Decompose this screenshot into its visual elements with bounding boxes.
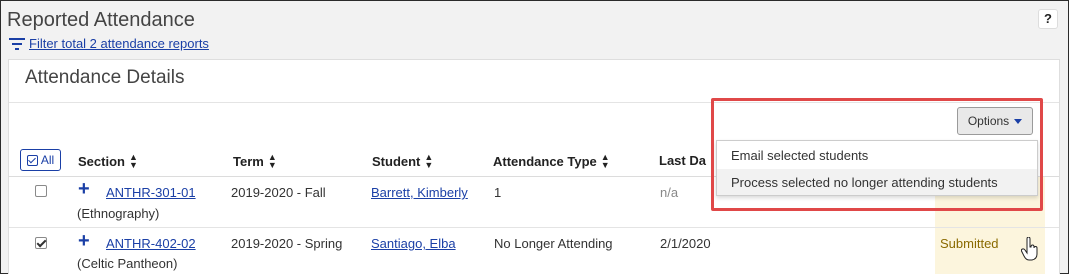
column-header-label: Last Da bbox=[659, 153, 706, 168]
section-link[interactable]: ANTHR-301-01 bbox=[106, 185, 196, 200]
filter-link-label: Filter total 2 attendance reports bbox=[29, 36, 209, 51]
section-name: (Ethnography) bbox=[77, 206, 160, 221]
column-header-last-date[interactable]: Last Da bbox=[659, 153, 706, 168]
column-header-label: Term bbox=[233, 153, 264, 169]
sort-icon: ▲ ▼ bbox=[424, 152, 434, 170]
hand-cursor-icon bbox=[1021, 237, 1038, 261]
filter-link[interactable]: Filter total 2 attendance reports bbox=[8, 36, 209, 51]
last-date-cell: n/a bbox=[660, 185, 679, 200]
page-title: Reported Attendance bbox=[7, 9, 195, 31]
attendance-type-cell: No Longer Attending bbox=[494, 236, 613, 251]
column-header-term[interactable]: Term ▲ ▼ bbox=[233, 152, 277, 170]
select-all-button[interactable]: All bbox=[20, 149, 61, 171]
section-name: (Celtic Pantheon) bbox=[77, 256, 178, 271]
window-frame: Reported Attendance ? Filter total 2 att… bbox=[0, 0, 1069, 274]
sort-icon: ▲ ▼ bbox=[267, 152, 277, 170]
section-link[interactable]: ANTHR-402-02 bbox=[106, 236, 196, 251]
column-header-attendance-type[interactable]: Attendance Type ▲ ▼ bbox=[493, 152, 610, 170]
plus-icon[interactable]: + bbox=[78, 231, 90, 251]
plus-icon[interactable]: + bbox=[78, 179, 90, 199]
column-header-label: Attendance Type bbox=[493, 153, 597, 169]
column-header-section[interactable]: Section ▲ ▼ bbox=[78, 152, 138, 170]
help-icon[interactable]: ? bbox=[1038, 9, 1058, 29]
last-date-cell: 2/1/2020 bbox=[660, 236, 711, 251]
column-header-label: Student bbox=[372, 153, 421, 169]
attendance-details-panel: Attendance Details All Section ▲ ▼ Term ▲… bbox=[8, 59, 1060, 274]
panel-title: Attendance Details bbox=[25, 67, 185, 88]
term-cell: 2019-2020 - Spring bbox=[231, 236, 343, 251]
student-link[interactable]: Santiago, Elba bbox=[371, 236, 456, 251]
sort-icon: ▲ ▼ bbox=[600, 152, 610, 170]
sort-icon: ▲ ▼ bbox=[128, 152, 138, 170]
student-link[interactable]: Barrett, Kimberly bbox=[371, 185, 468, 200]
attendance-type-cell: 1 bbox=[494, 185, 502, 200]
status-badge: Submitted bbox=[940, 236, 999, 251]
select-all-label: All bbox=[40, 153, 55, 167]
term-cell: 2019-2020 - Fall bbox=[231, 185, 326, 200]
column-header-label: Section bbox=[78, 153, 125, 169]
row-checkbox[interactable] bbox=[35, 237, 47, 249]
highlight-box bbox=[711, 98, 1043, 211]
row-divider bbox=[9, 227, 1059, 228]
row-checkbox[interactable] bbox=[35, 185, 47, 197]
column-header-student[interactable]: Student ▲ ▼ bbox=[372, 152, 434, 170]
checkbox-icon bbox=[26, 154, 38, 166]
filter-icon bbox=[8, 37, 25, 51]
